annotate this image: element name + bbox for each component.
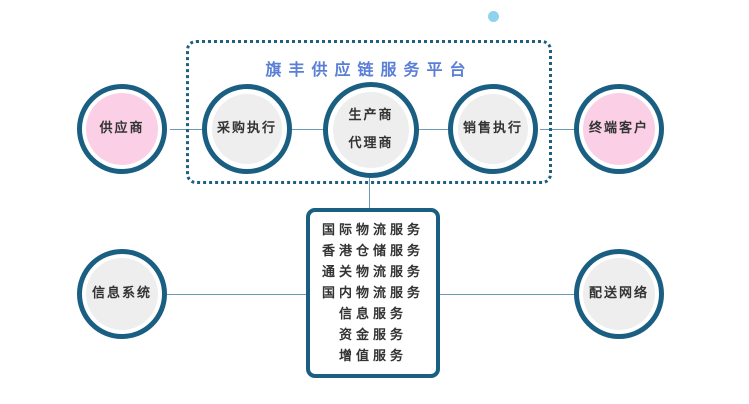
service-item: 资金服务 bbox=[338, 327, 407, 343]
node-procurement: 采购执行 bbox=[202, 84, 292, 174]
service-item: 增值服务 bbox=[338, 348, 407, 364]
node-delivery-network: 配送网络 bbox=[574, 249, 664, 339]
node-manufacturer-inner: 生产商 代理商 bbox=[333, 92, 409, 168]
service-item: 国内物流服务 bbox=[321, 285, 424, 301]
node-sales-label: 销售执行 bbox=[458, 94, 528, 164]
node-procurement-label: 采购执行 bbox=[212, 94, 282, 164]
service-item: 国际物流服务 bbox=[321, 222, 424, 238]
connector-services-delivery bbox=[440, 294, 576, 295]
node-manufacturer: 生产商 代理商 bbox=[323, 82, 419, 178]
node-manufacturer-label: 生产商 bbox=[348, 108, 394, 124]
node-supplier: 供应商 bbox=[77, 84, 167, 174]
platform-title: 旗丰供应链服务平台 bbox=[265, 60, 473, 79]
service-item: 信息服务 bbox=[338, 306, 407, 322]
node-delivery-network-label: 配送网络 bbox=[583, 258, 655, 330]
node-agent-label: 代理商 bbox=[348, 136, 394, 151]
decorative-dot bbox=[488, 11, 499, 22]
service-item: 香港仓储服务 bbox=[321, 243, 424, 259]
node-info-system-label: 信息系统 bbox=[86, 258, 158, 330]
service-item: 通关物流服务 bbox=[321, 264, 424, 280]
node-end-customer: 终端客户 bbox=[574, 84, 664, 174]
node-sales: 销售执行 bbox=[448, 84, 538, 174]
connector-info-services bbox=[167, 294, 306, 295]
services-box: 国际物流服务 香港仓储服务 通关物流服务 国内物流服务 信息服务 资金服务 增值… bbox=[306, 208, 440, 378]
node-end-customer-label: 终端客户 bbox=[583, 93, 655, 165]
node-supplier-label: 供应商 bbox=[86, 93, 158, 165]
node-info-system: 信息系统 bbox=[77, 249, 167, 339]
